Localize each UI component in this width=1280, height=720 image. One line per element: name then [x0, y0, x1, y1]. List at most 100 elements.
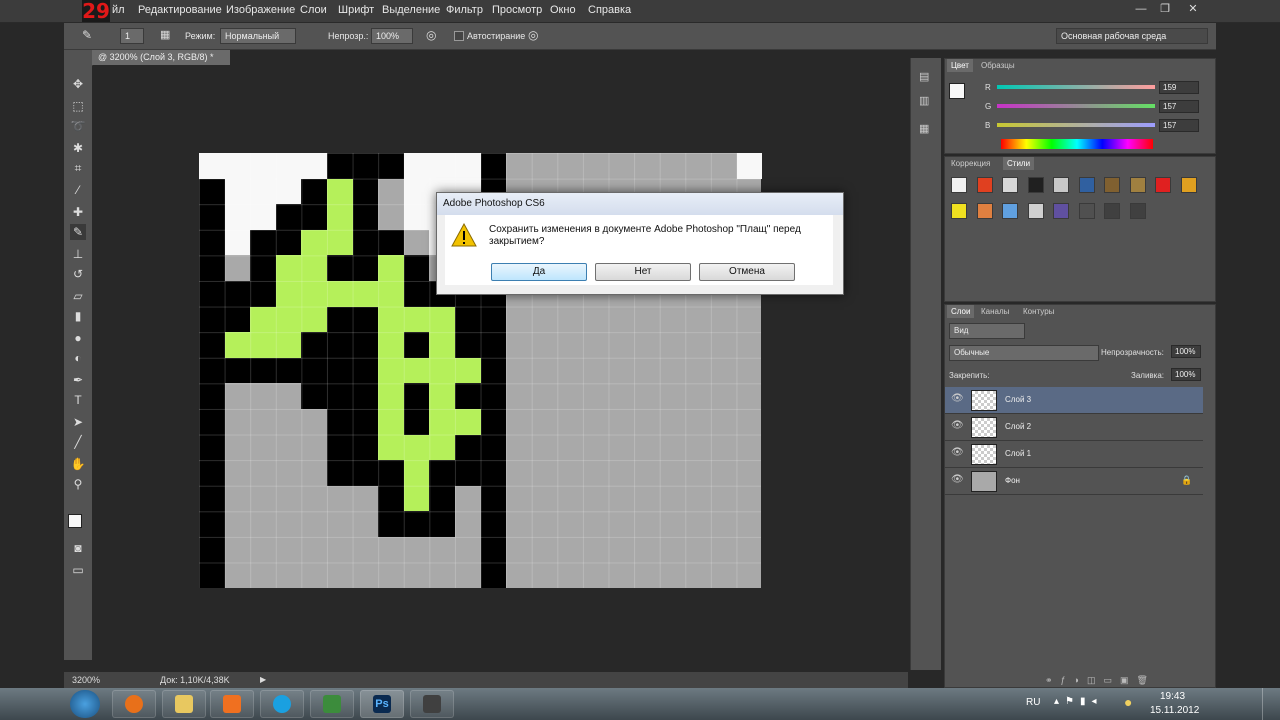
brush-size-picker[interactable]: 1	[120, 28, 144, 44]
blur-tool-icon[interactable]: ●	[70, 330, 86, 346]
menu-select[interactable]: Выделение	[382, 4, 440, 16]
style-swatch[interactable]	[976, 177, 993, 193]
start-button[interactable]	[70, 690, 100, 718]
zoom-level[interactable]: 3200%	[72, 672, 100, 688]
brush-panel-icon[interactable]: ▦	[160, 28, 170, 41]
layer-row-3[interactable]: 👁 Слой 3	[945, 387, 1203, 414]
color-spectrum[interactable]	[1001, 139, 1153, 149]
taskbar-media-player[interactable]	[210, 690, 254, 718]
r-value[interactable]: 159	[1159, 81, 1199, 94]
style-swatch[interactable]	[1104, 203, 1120, 219]
tray-notification-icon[interactable]: ●	[1124, 694, 1132, 710]
show-desktop-button[interactable]	[1262, 688, 1277, 720]
workspace-select[interactable]: Основная рабочая среда	[1056, 28, 1208, 44]
style-swatch[interactable]	[951, 177, 967, 193]
taskbar-recorder[interactable]	[410, 690, 454, 718]
taskbar-skype[interactable]	[260, 690, 304, 718]
style-swatch[interactable]	[1002, 203, 1018, 219]
quick-mask-icon[interactable]: ◙	[70, 540, 86, 556]
status-arrow-icon[interactable]: ▶	[260, 672, 266, 688]
menu-filter[interactable]: Фильтр	[446, 4, 483, 16]
taskbar-explorer[interactable]	[162, 690, 206, 718]
style-swatch[interactable]	[1078, 177, 1095, 193]
close-button[interactable]: ✕	[1182, 1, 1204, 17]
opacity-input[interactable]: 100%	[371, 28, 413, 44]
pen-tool-icon[interactable]: ✒	[70, 372, 86, 388]
style-swatch[interactable]	[1104, 177, 1120, 193]
style-swatch[interactable]	[1053, 203, 1069, 219]
fill-input[interactable]: 100%	[1171, 368, 1201, 381]
healing-tool-icon[interactable]: ✚	[70, 204, 86, 220]
visibility-eye-icon[interactable]: 👁	[951, 474, 964, 485]
brush-panel-icon[interactable]: ▦	[919, 122, 929, 135]
history-brush-tool-icon[interactable]: ↺	[70, 266, 86, 282]
fg-color-chip[interactable]	[949, 83, 965, 99]
path-select-tool-icon[interactable]: ➤	[70, 414, 86, 430]
menu-help[interactable]: Справка	[588, 4, 631, 16]
type-tool-icon[interactable]: T	[70, 392, 86, 408]
clock-date[interactable]: 15.11.2012	[1150, 705, 1199, 716]
style-swatch[interactable]	[1027, 203, 1044, 219]
lasso-tool-icon[interactable]: ➰	[70, 118, 86, 134]
marquee-tool-icon[interactable]: ⬚	[70, 98, 86, 114]
style-swatch[interactable]	[1053, 177, 1069, 193]
eraser-tool-icon[interactable]: ▱	[70, 288, 86, 304]
layer-row-1[interactable]: 👁 Слой 1	[945, 441, 1203, 468]
tab-styles[interactable]: Стили	[1003, 157, 1035, 170]
mode-select[interactable]: Нормальный	[220, 28, 296, 44]
minimize-button[interactable]: —	[1130, 1, 1152, 17]
line-tool-icon[interactable]: ╱	[70, 434, 86, 450]
tab-paths[interactable]: Контуры	[1019, 305, 1058, 318]
blend-mode-select[interactable]: Обычные	[949, 345, 1099, 361]
clock-time[interactable]: 19:43	[1160, 691, 1185, 702]
visibility-eye-icon[interactable]: 👁	[951, 420, 964, 431]
g-value[interactable]: 157	[1159, 100, 1199, 113]
autoerase-checkbox[interactable]	[454, 31, 464, 41]
language-indicator[interactable]: RU	[1026, 697, 1040, 708]
style-swatch[interactable]	[1180, 177, 1197, 193]
taskbar-app[interactable]	[310, 690, 354, 718]
layer-row-background[interactable]: 👁 Фон 🔒	[945, 468, 1203, 495]
menu-type[interactable]: Шрифт	[338, 4, 374, 16]
move-tool-icon[interactable]: ✥	[70, 76, 86, 92]
menu-window[interactable]: Окно	[550, 4, 576, 16]
r-slider[interactable]	[997, 85, 1155, 89]
visibility-eye-icon[interactable]: 👁	[951, 447, 964, 458]
document-tab[interactable]: @ 3200% (Слой 3, RGB/8) *	[92, 50, 230, 65]
style-swatch[interactable]	[1078, 203, 1095, 219]
properties-panel-icon[interactable]: ▥	[919, 94, 929, 107]
menu-view[interactable]: Просмотр	[492, 4, 542, 16]
screen-mode-icon[interactable]: ▭	[70, 562, 86, 578]
menu-edit[interactable]: Редактирование	[138, 4, 222, 16]
tab-channels[interactable]: Каналы	[977, 305, 1013, 318]
yes-button[interactable]: Да	[491, 263, 587, 281]
crop-tool-icon[interactable]: ⌗	[70, 160, 86, 176]
menu-file[interactable]: йл	[112, 4, 125, 16]
style-swatch[interactable]	[951, 203, 967, 219]
cancel-button[interactable]: Отмена	[699, 263, 795, 281]
g-slider[interactable]	[997, 104, 1155, 108]
gradient-tool-icon[interactable]: ▮	[70, 308, 86, 324]
eyedropper-tool-icon[interactable]: ⁄	[70, 182, 86, 198]
style-swatch[interactable]	[1129, 203, 1146, 219]
pressure-opacity-icon[interactable]: ◎	[426, 28, 436, 42]
style-swatch[interactable]	[1027, 177, 1044, 193]
quick-select-tool-icon[interactable]: ✱	[70, 140, 86, 156]
tray-icons[interactable]: ▴⚑▮◂	[1054, 696, 1103, 707]
style-swatch[interactable]	[1155, 177, 1171, 193]
pencil-tool-icon[interactable]: ✎	[82, 28, 92, 42]
tab-layers[interactable]: Слои	[947, 305, 975, 318]
layer-opacity-input[interactable]: 100%	[1171, 345, 1201, 358]
layer-row-2[interactable]: 👁 Слой 2	[945, 414, 1203, 441]
visibility-eye-icon[interactable]: 👁	[951, 393, 964, 404]
pressure-size-icon[interactable]: ◎	[528, 28, 538, 42]
taskbar-photoshop[interactable]: Ps	[360, 690, 404, 718]
pencil-tool-icon-active[interactable]: ✎	[70, 224, 86, 240]
style-swatch[interactable]	[1129, 177, 1146, 193]
style-swatch[interactable]	[1002, 177, 1018, 193]
b-slider[interactable]	[997, 123, 1155, 127]
style-swatch[interactable]	[976, 203, 993, 219]
hand-tool-icon[interactable]: ✋	[70, 456, 86, 472]
menu-image[interactable]: Изображение	[226, 4, 295, 16]
dodge-tool-icon[interactable]: ◐	[70, 350, 86, 366]
